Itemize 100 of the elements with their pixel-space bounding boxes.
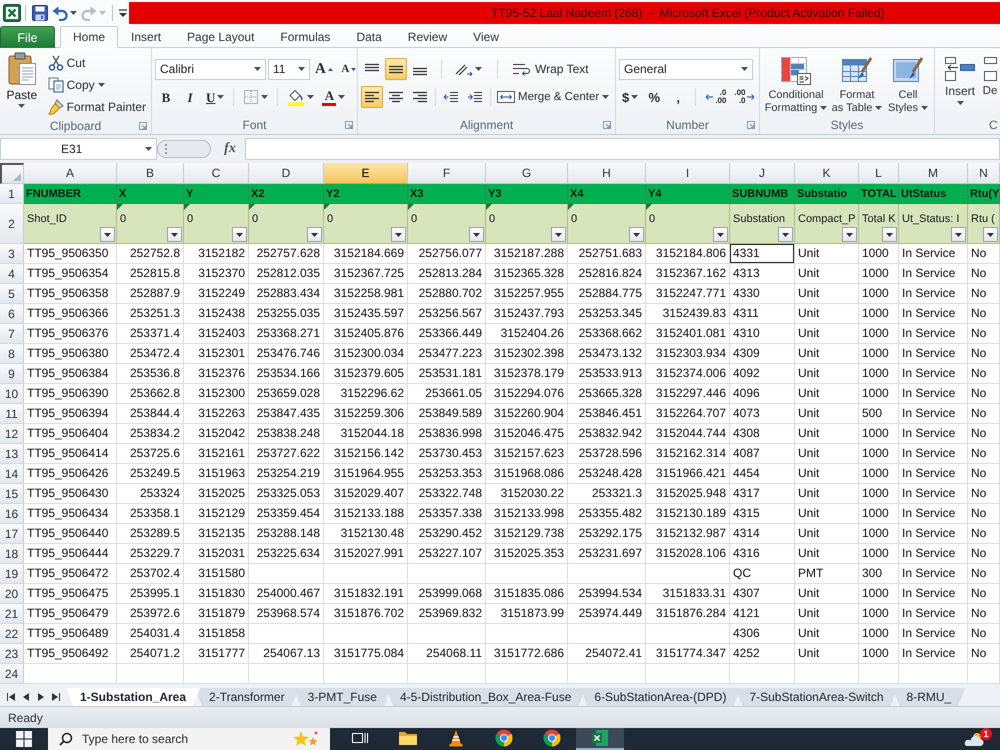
sheet-tab[interactable]: 8-RMU_ (892, 688, 966, 706)
column-header[interactable]: E (324, 163, 408, 184)
row-header[interactable]: 5 (0, 284, 24, 304)
ribbon-tab[interactable]: Formulas (267, 26, 344, 48)
insert-function-button[interactable]: fx (215, 138, 245, 160)
comma-button[interactable]: , (667, 86, 690, 108)
save-button[interactable] (30, 2, 50, 24)
insert-button[interactable]: Insert (938, 50, 982, 116)
row-header[interactable]: 21 (0, 604, 24, 624)
row-header[interactable]: 3 (0, 244, 24, 264)
increase-decimal-button[interactable]: .0 .00 (702, 86, 730, 108)
ribbon-tab[interactable]: Page Layout (174, 26, 268, 48)
row-header[interactable]: 17 (0, 524, 24, 544)
underline-button[interactable]: U (203, 86, 228, 108)
ribbon-tab[interactable]: Data (343, 26, 395, 48)
filter-dropdown-button[interactable] (391, 227, 406, 242)
row-header[interactable]: 24 (0, 664, 24, 684)
filter-dropdown-button[interactable] (469, 227, 484, 242)
row-header[interactable]: 7 (0, 324, 24, 344)
select-all-button[interactable] (0, 163, 24, 184)
shrink-font-button[interactable]: A (338, 58, 360, 80)
column-header[interactable]: I (646, 163, 730, 184)
sheet-tab[interactable]: 3-PMT_Fuse (294, 688, 391, 706)
decrease-decimal-button[interactable]: .00 .0 (731, 86, 758, 108)
cut-button[interactable]: Cut (46, 52, 148, 74)
row-header[interactable]: 4 (0, 264, 24, 284)
filter-dropdown-button[interactable] (551, 227, 566, 242)
weather-icon[interactable] (962, 730, 986, 748)
row-header[interactable]: 23 (0, 644, 24, 664)
dialog-launcher-icon[interactable] (345, 120, 353, 128)
search-field[interactable]: Type here to search (48, 728, 330, 750)
font-color-button[interactable]: A (319, 86, 348, 108)
column-header[interactable]: N (968, 163, 1000, 184)
column-header[interactable]: K (795, 163, 859, 184)
first-sheet-icon[interactable] (6, 692, 16, 702)
row-header[interactable]: 13 (0, 444, 24, 464)
row-header[interactable]: 12 (0, 424, 24, 444)
format-painter-button[interactable]: Format Painter (46, 96, 148, 118)
row-header[interactable]: 14 (0, 464, 24, 484)
bold-button[interactable]: B (155, 86, 177, 108)
number-format-dropdown[interactable]: General (619, 58, 753, 80)
column-header[interactable]: H (568, 163, 646, 184)
splitter-handle-icon[interactable] (157, 139, 211, 159)
row-header[interactable]: 19 (0, 564, 24, 584)
row-header[interactable]: 1 (0, 184, 24, 204)
align-middle-button[interactable] (385, 58, 407, 80)
filter-dropdown-button[interactable] (100, 227, 115, 242)
filter-dropdown-button[interactable] (983, 227, 998, 242)
wrap-text-button[interactable]: Wrap Text (510, 58, 591, 80)
table-style-button[interactable]: Format as Table (829, 50, 885, 116)
ribbon-tab[interactable]: Home (60, 26, 118, 48)
row-header[interactable]: 10 (0, 384, 24, 404)
italic-button[interactable]: I (179, 86, 201, 108)
filter-dropdown-button[interactable] (232, 227, 247, 242)
column-header[interactable]: J (730, 163, 795, 184)
formula-input[interactable] (245, 138, 1000, 160)
cell-style-button[interactable]: Cell Styles (885, 50, 931, 116)
filter-dropdown-button[interactable] (882, 227, 897, 242)
filter-dropdown-button[interactable] (713, 227, 728, 242)
filter-dropdown-button[interactable] (778, 227, 793, 242)
next-sheet-icon[interactable] (36, 692, 46, 702)
merge-center-button[interactable]: Merge & Center (495, 86, 612, 108)
last-sheet-icon[interactable] (51, 692, 61, 702)
ribbon-tab[interactable]: Insert (118, 26, 174, 48)
row-header[interactable]: 22 (0, 624, 24, 644)
percent-button[interactable]: % (643, 86, 666, 108)
row-header[interactable]: 9 (0, 364, 24, 384)
row-header[interactable]: 18 (0, 544, 24, 564)
row-header[interactable]: 8 (0, 344, 24, 364)
grow-font-button[interactable]: A (312, 58, 336, 80)
ribbon-tab[interactable]: View (460, 26, 512, 48)
filter-dropdown-button[interactable] (842, 227, 857, 242)
column-header[interactable]: A (24, 163, 117, 184)
sheet-tab[interactable]: 4-5-Distribution_Box_Area-Fuse (386, 688, 586, 706)
row-header[interactable]: 16 (0, 504, 24, 524)
column-header[interactable]: M (899, 163, 968, 184)
font-name-dropdown[interactable]: Calibri (155, 58, 266, 80)
row-header[interactable]: 20 (0, 584, 24, 604)
column-header[interactable]: D (249, 163, 324, 184)
column-header[interactable]: C (184, 163, 249, 184)
currency-button[interactable]: $ (619, 86, 642, 108)
row-header[interactable]: 6 (0, 304, 24, 324)
delete-button[interactable]: De (982, 50, 998, 116)
filter-dropdown-button[interactable] (167, 227, 182, 242)
column-header[interactable]: B (117, 163, 184, 184)
conditional-style-button[interactable]: Conditional Formatting (763, 50, 829, 116)
filter-dropdown-button[interactable] (629, 227, 644, 242)
column-header[interactable]: L (859, 163, 899, 184)
sheet-tab[interactable]: 1-Substation_Area (66, 688, 200, 706)
filter-dropdown-button[interactable] (307, 227, 322, 242)
copy-button[interactable]: Copy (46, 74, 148, 96)
row-header[interactable]: 15 (0, 484, 24, 504)
font-size-dropdown[interactable]: 11 (268, 58, 310, 80)
ribbon-tab[interactable]: Review (394, 26, 460, 48)
ribbon-tab[interactable]: File (0, 26, 55, 48)
filter-dropdown-button[interactable] (951, 227, 966, 242)
row-header[interactable]: 2 (0, 204, 24, 244)
sheet-tab[interactable]: 6-SubStationArea-(DPD) (580, 688, 740, 706)
dialog-launcher-icon[interactable] (747, 120, 755, 128)
dialog-launcher-icon[interactable] (139, 122, 147, 130)
